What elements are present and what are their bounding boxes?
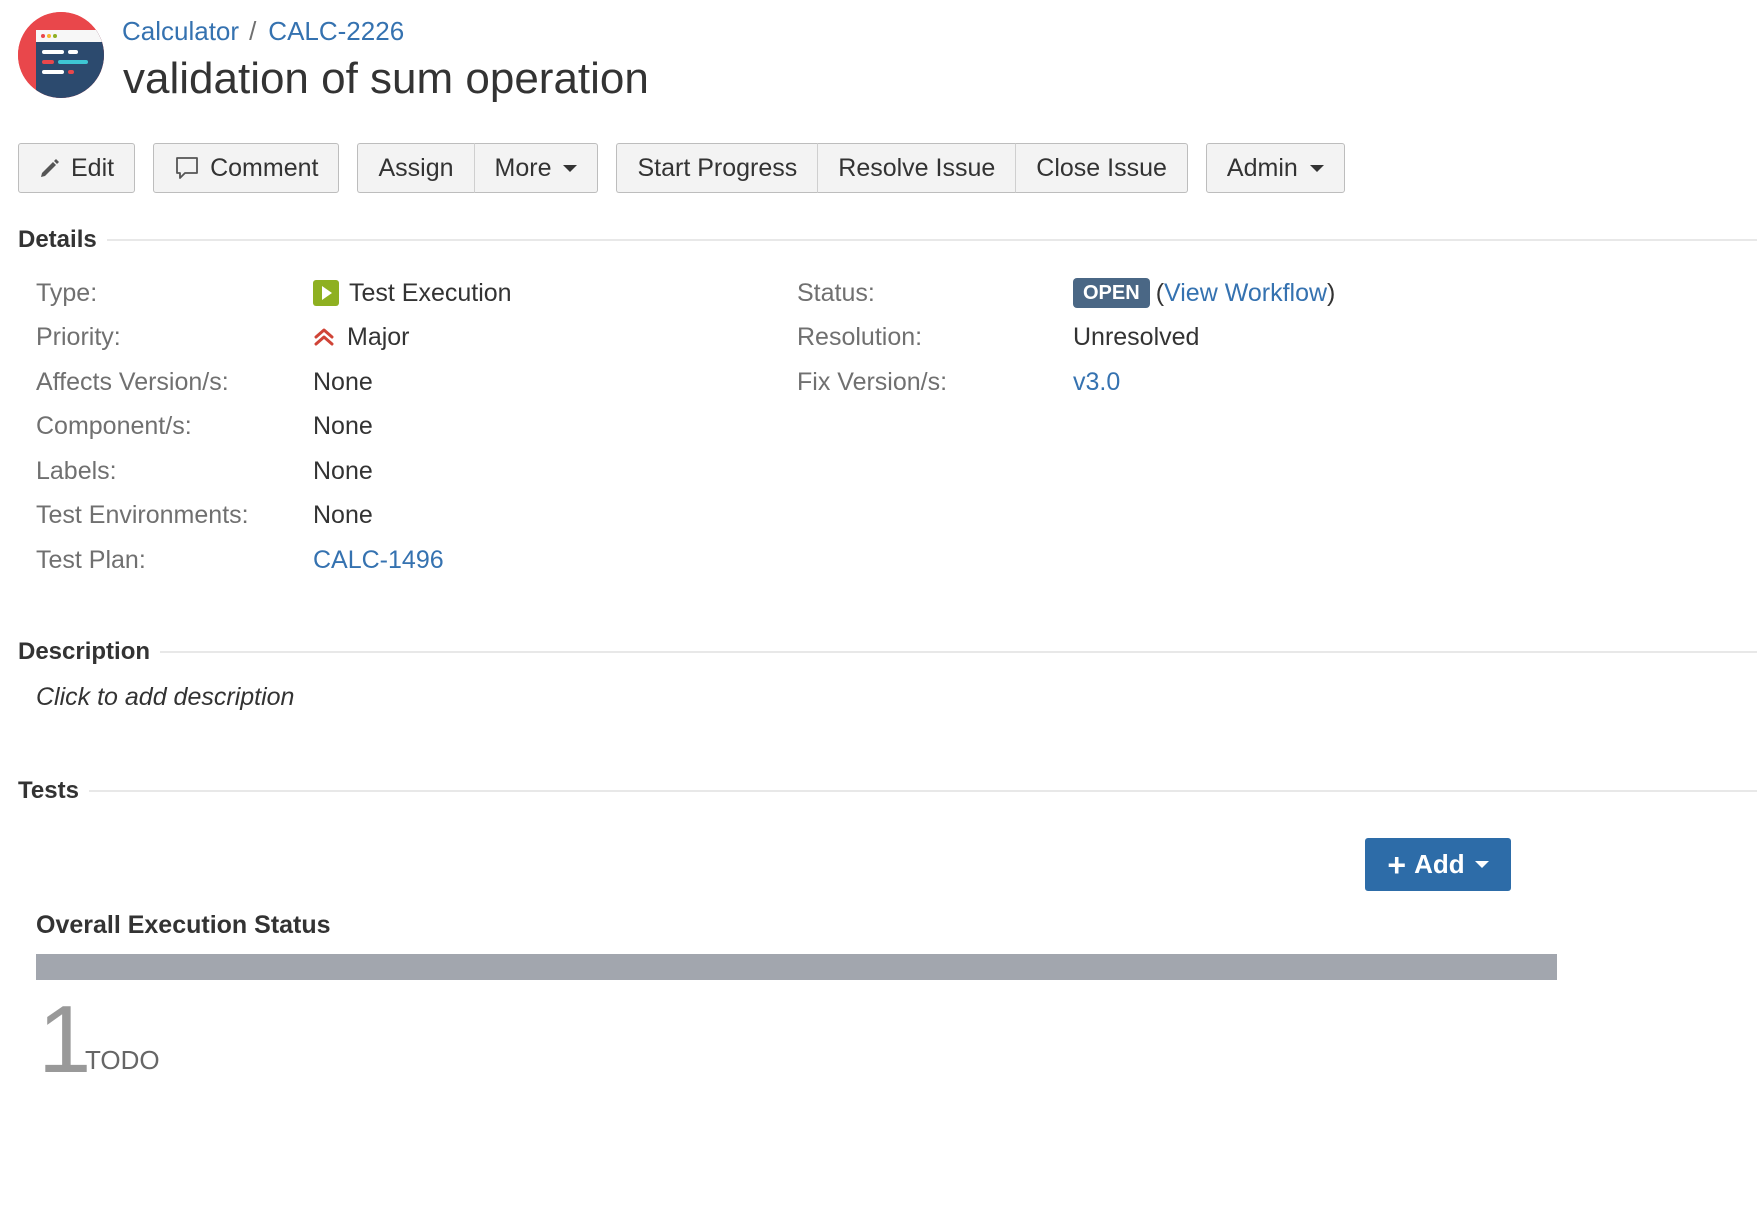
description-placeholder[interactable]: Click to add description [36,683,294,712]
breadcrumb-issue-key-link[interactable]: CALC-2226 [268,16,404,46]
test-plan-link[interactable]: CALC-1496 [313,544,444,576]
more-button-label: More [494,153,552,182]
status-value: OPEN (View Workflow) [1073,277,1335,309]
test-plan-label: Test Plan: [36,546,146,574]
type-value: Test Execution [313,277,512,309]
priority-major-icon [313,326,335,348]
add-test-button[interactable]: + Add [1365,838,1511,891]
chevron-down-icon [1309,164,1324,172]
section-divider [106,239,1757,241]
breadcrumb-project-link[interactable]: Calculator [122,16,239,46]
resolution-label: Resolution: [797,323,923,351]
components-value[interactable]: None [313,410,373,442]
details-section-header[interactable]: Details [18,226,1757,254]
labels-label: Labels: [36,457,117,485]
chevron-down-icon [563,164,578,172]
close-issue-button[interactable]: Close Issue [1016,143,1188,193]
chevron-down-icon [1474,861,1489,868]
todo-label: TODO [85,1045,160,1075]
test-environments-label: Test Environments: [36,501,249,529]
test-execution-icon [313,280,339,306]
resolve-issue-button[interactable]: Resolve Issue [818,143,1017,193]
view-workflow-close-paren: ) [1327,279,1336,307]
tests-heading: Tests [18,777,79,804]
status-badge: OPEN [1073,278,1150,308]
comment-button-label: Comment [210,153,319,182]
edit-group: Edit [18,143,136,195]
plus-icon: + [1387,846,1407,883]
workflow-group: Start Progress Resolve Issue Close Issue [616,143,1188,195]
overall-execution-status-title: Overall Execution Status [36,911,331,939]
components-label: Component/s: [36,412,192,440]
edit-button-label: Edit [71,153,115,182]
start-progress-button[interactable]: Start Progress [616,143,819,193]
comment-group: Comment [153,143,340,195]
view-workflow-open-paren: ( [1155,279,1165,307]
details-heading: Details [18,226,97,253]
affects-version-label: Affects Version/s: [36,368,229,396]
priority-value-text: Major [347,323,410,351]
pencil-icon [39,157,61,179]
fix-version-link[interactable]: v3.0 [1073,366,1120,398]
assign-more-group: Assign More [357,143,599,195]
issue-toolbar: Edit Comment Assign More Start Progress … [18,143,1363,195]
edit-button[interactable]: Edit [18,143,136,193]
type-label: Type: [36,279,98,307]
admin-button[interactable]: Admin [1205,143,1345,193]
fix-version-label: Fix Version/s: [797,368,948,396]
calculator-logo-icon [18,12,104,98]
resolution-value: Unresolved [1073,323,1200,351]
labels-value[interactable]: None [313,455,373,487]
execution-status-bar-todo-segment [36,954,1557,980]
status-label: Status: [797,279,875,307]
admin-group: Admin [1205,143,1345,195]
add-button-label: Add [1414,849,1465,879]
issue-header: Calculator / CALC-2226 validation of sum o… [18,12,649,103]
description-section-header[interactable]: Description [18,638,1757,666]
todo-count: 1 [38,986,92,1093]
admin-button-label: Admin [1226,153,1298,182]
priority-value: Major [313,321,410,353]
project-avatar[interactable] [18,12,104,98]
description-heading: Description [18,638,151,665]
section-divider [88,790,1757,792]
section-divider [160,651,1757,653]
page-title[interactable]: validation of sum operation [123,51,649,107]
affects-version-value[interactable]: None [313,366,373,398]
test-environments-value[interactable]: None [313,499,373,531]
comment-button[interactable]: Comment [153,143,340,193]
type-value-text: Test Execution [349,279,512,307]
assign-button[interactable]: Assign [357,143,475,193]
breadcrumb: Calculator / CALC-2226 [122,13,649,49]
view-workflow-link[interactable]: View Workflow [1164,277,1327,309]
more-button[interactable]: More [474,143,599,193]
comment-icon [174,155,200,181]
execution-status-bar[interactable] [36,954,1557,980]
breadcrumb-separator: / [249,16,257,46]
priority-label: Priority: [36,323,121,351]
tests-section-header[interactable]: Tests [18,777,1757,805]
